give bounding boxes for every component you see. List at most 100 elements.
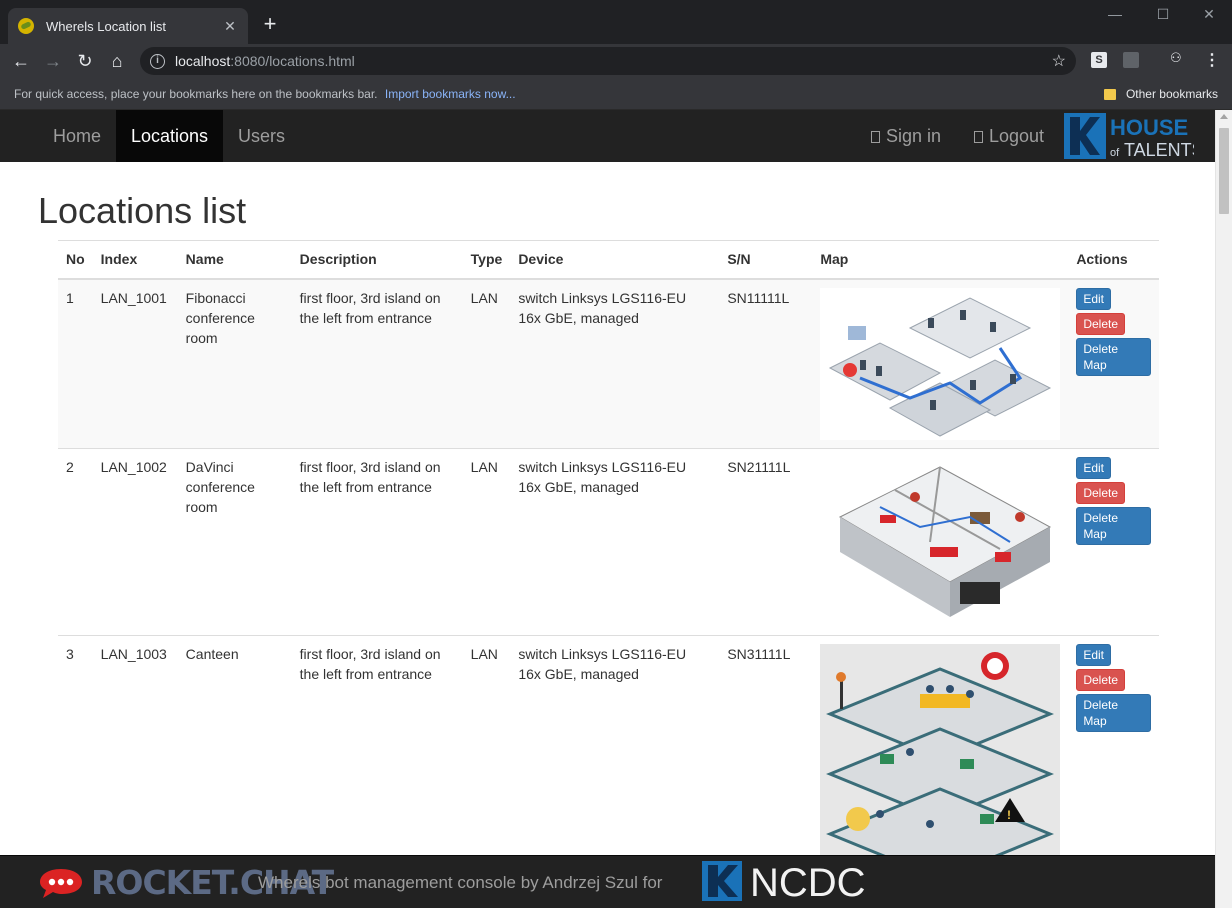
cell-sn: SN11111L	[719, 278, 813, 448]
browser-menu-icon[interactable]: ⋮	[1204, 50, 1220, 70]
browser-tab[interactable]: Wherels Location list ✕	[8, 8, 248, 44]
header-index: Index	[92, 240, 178, 280]
cell-no: 1	[58, 278, 93, 448]
header-name: Name	[177, 240, 292, 280]
folder-icon	[1103, 88, 1116, 100]
table-row: 3 LAN_1003 Canteen first floor, 3rd isla…	[58, 634, 1159, 872]
header-type: Type	[462, 240, 511, 280]
other-bookmarks[interactable]: Other bookmarks	[1103, 87, 1218, 101]
rocket-chat-logo-icon	[40, 869, 82, 898]
import-bookmarks-link[interactable]: Import bookmarks now...	[385, 87, 516, 101]
table-header-row: No Index Name Description Type Device S/…	[58, 240, 1159, 280]
cell-no: 2	[58, 447, 93, 635]
delete-map-button[interactable]: Delete Map	[1076, 506, 1151, 545]
delete-map-button[interactable]: Delete Map	[1076, 693, 1151, 732]
office-map-image	[820, 287, 1061, 440]
top-navbar: Home Locations Users Sign in Logout HOUS…	[0, 110, 1215, 162]
other-bookmarks-label: Other bookmarks	[1125, 87, 1218, 101]
header-sn: S/N	[719, 240, 813, 280]
cell-type: LAN	[462, 278, 511, 448]
maximize-icon[interactable]: ☐	[1140, 6, 1186, 23]
cell-type: LAN	[462, 447, 511, 635]
home-icon[interactable]: ⌂	[104, 48, 130, 74]
cell-map	[812, 278, 1069, 448]
cell-type: LAN	[462, 634, 511, 872]
page-title: Locations list	[38, 190, 247, 231]
minimize-icon[interactable]: —	[1092, 6, 1138, 22]
delete-button[interactable]: Delete	[1076, 668, 1125, 691]
extension-grey-icon[interactable]	[1123, 52, 1139, 68]
cell-sn: SN21111L	[719, 447, 813, 635]
logo-talents-text: TALENTS	[1124, 140, 1194, 159]
nav-home[interactable]: Home	[38, 110, 116, 162]
tab-title: Wherels Location list	[46, 18, 166, 34]
delete-map-button[interactable]: Delete Map	[1076, 337, 1151, 376]
incognito-glasses-icon[interactable]: ⚇	[1170, 50, 1186, 66]
cell-name: DaVinci conference room	[177, 447, 292, 635]
logo-house-text: HOUSE	[1110, 115, 1188, 140]
cell-sn: SN31111L	[719, 634, 813, 872]
extension-s-icon[interactable]: S	[1091, 52, 1107, 68]
tab-close-icon[interactable]: ✕	[222, 18, 238, 35]
edit-button[interactable]: Edit	[1076, 456, 1111, 479]
bookmarks-bar: For quick access, place your bookmarks h…	[0, 78, 1232, 110]
bookmark-star-icon[interactable]: ☆	[1052, 51, 1066, 71]
logout-label: Logout	[989, 126, 1045, 146]
delete-button[interactable]: Delete	[1076, 312, 1125, 335]
logout-icon	[974, 131, 983, 143]
header-device: Device	[510, 240, 720, 280]
bookmarks-message-text: For quick access, place your bookmarks h…	[14, 87, 378, 101]
page-viewport: Home Locations Users Sign in Logout HOUS…	[0, 110, 1232, 908]
url-host: localhost	[175, 53, 231, 69]
warning-glyph: !	[1007, 808, 1011, 822]
back-arrow-icon[interactable]: ←	[8, 48, 34, 74]
footer-credit-text: Wherels bot management console by Andrze…	[258, 873, 663, 892]
cell-device: switch Linksys LGS116-EU 16x GbE, manage…	[510, 278, 720, 448]
locations-table: No Index Name Description Type Device S/…	[58, 240, 1159, 872]
sign-in-icon	[871, 131, 880, 143]
window-close-icon[interactable]: ✕	[1186, 6, 1232, 23]
browser-tabstrip: Wherels Location list ✕ + — ☐ ✕	[0, 0, 1232, 44]
ncdc-text: NCDC	[750, 861, 866, 901]
cell-name: Fibonacci conference room	[177, 278, 292, 448]
cell-name: Canteen	[177, 634, 292, 872]
site-info-icon[interactable]: i	[150, 53, 165, 69]
forward-arrow-icon[interactable]: →	[40, 48, 66, 74]
header-actions: Actions	[1068, 240, 1159, 280]
nav-logout[interactable]: Logout	[959, 110, 1059, 162]
new-tab-plus-icon[interactable]: +	[260, 12, 280, 36]
reload-icon[interactable]: ↻	[72, 48, 98, 74]
cell-map: !	[812, 634, 1069, 872]
nav-sign-in[interactable]: Sign in	[856, 110, 956, 162]
canteen-map-image: !	[820, 643, 1061, 864]
table-row: 1 LAN_1001 Fibonacci conference room fir…	[58, 278, 1159, 448]
cell-index: LAN_1002	[92, 447, 178, 635]
edit-button[interactable]: Edit	[1076, 287, 1111, 310]
cell-description: first floor, 3rd island on the left from…	[291, 634, 463, 872]
house-of-talents-logo[interactable]: HOUSE of TALENTS	[1064, 113, 1194, 159]
bookmarks-message: For quick access, place your bookmarks h…	[14, 87, 516, 101]
cell-index: LAN_1001	[92, 278, 178, 448]
tab-favicon-icon	[18, 18, 34, 34]
url-path: :8080/locations.html	[230, 53, 355, 69]
cell-device: switch Linksys LGS116-EU 16x GbE, manage…	[510, 634, 720, 872]
cell-actions: Edit Delete Delete Map	[1068, 634, 1159, 872]
cell-actions: Edit Delete Delete Map	[1068, 278, 1159, 448]
address-bar[interactable]: i localhost:8080/locations.html ☆	[140, 47, 1076, 75]
header-map: Map	[812, 240, 1069, 280]
nav-locations[interactable]: Locations	[116, 110, 223, 162]
cell-map	[812, 447, 1069, 635]
cell-description: first floor, 3rd island on the left from…	[291, 278, 463, 448]
vertical-scrollbar[interactable]	[1215, 110, 1232, 908]
cell-device: switch Linksys LGS116-EU 16x GbE, manage…	[510, 447, 720, 635]
scroll-up-arrow-icon[interactable]	[1220, 114, 1228, 119]
delete-button[interactable]: Delete	[1076, 481, 1125, 504]
header-no: No	[58, 240, 93, 280]
nav-users[interactable]: Users	[223, 110, 300, 162]
edit-button[interactable]: Edit	[1076, 643, 1111, 666]
page-footer: ROCKET.CHAT Wherels bot management conso…	[0, 855, 1215, 908]
table-row: 2 LAN_1002 DaVinci conference room first…	[58, 447, 1159, 635]
cell-no: 3	[58, 634, 93, 872]
scrollbar-thumb[interactable]	[1219, 128, 1229, 214]
logo-of-text: of	[1110, 147, 1120, 159]
